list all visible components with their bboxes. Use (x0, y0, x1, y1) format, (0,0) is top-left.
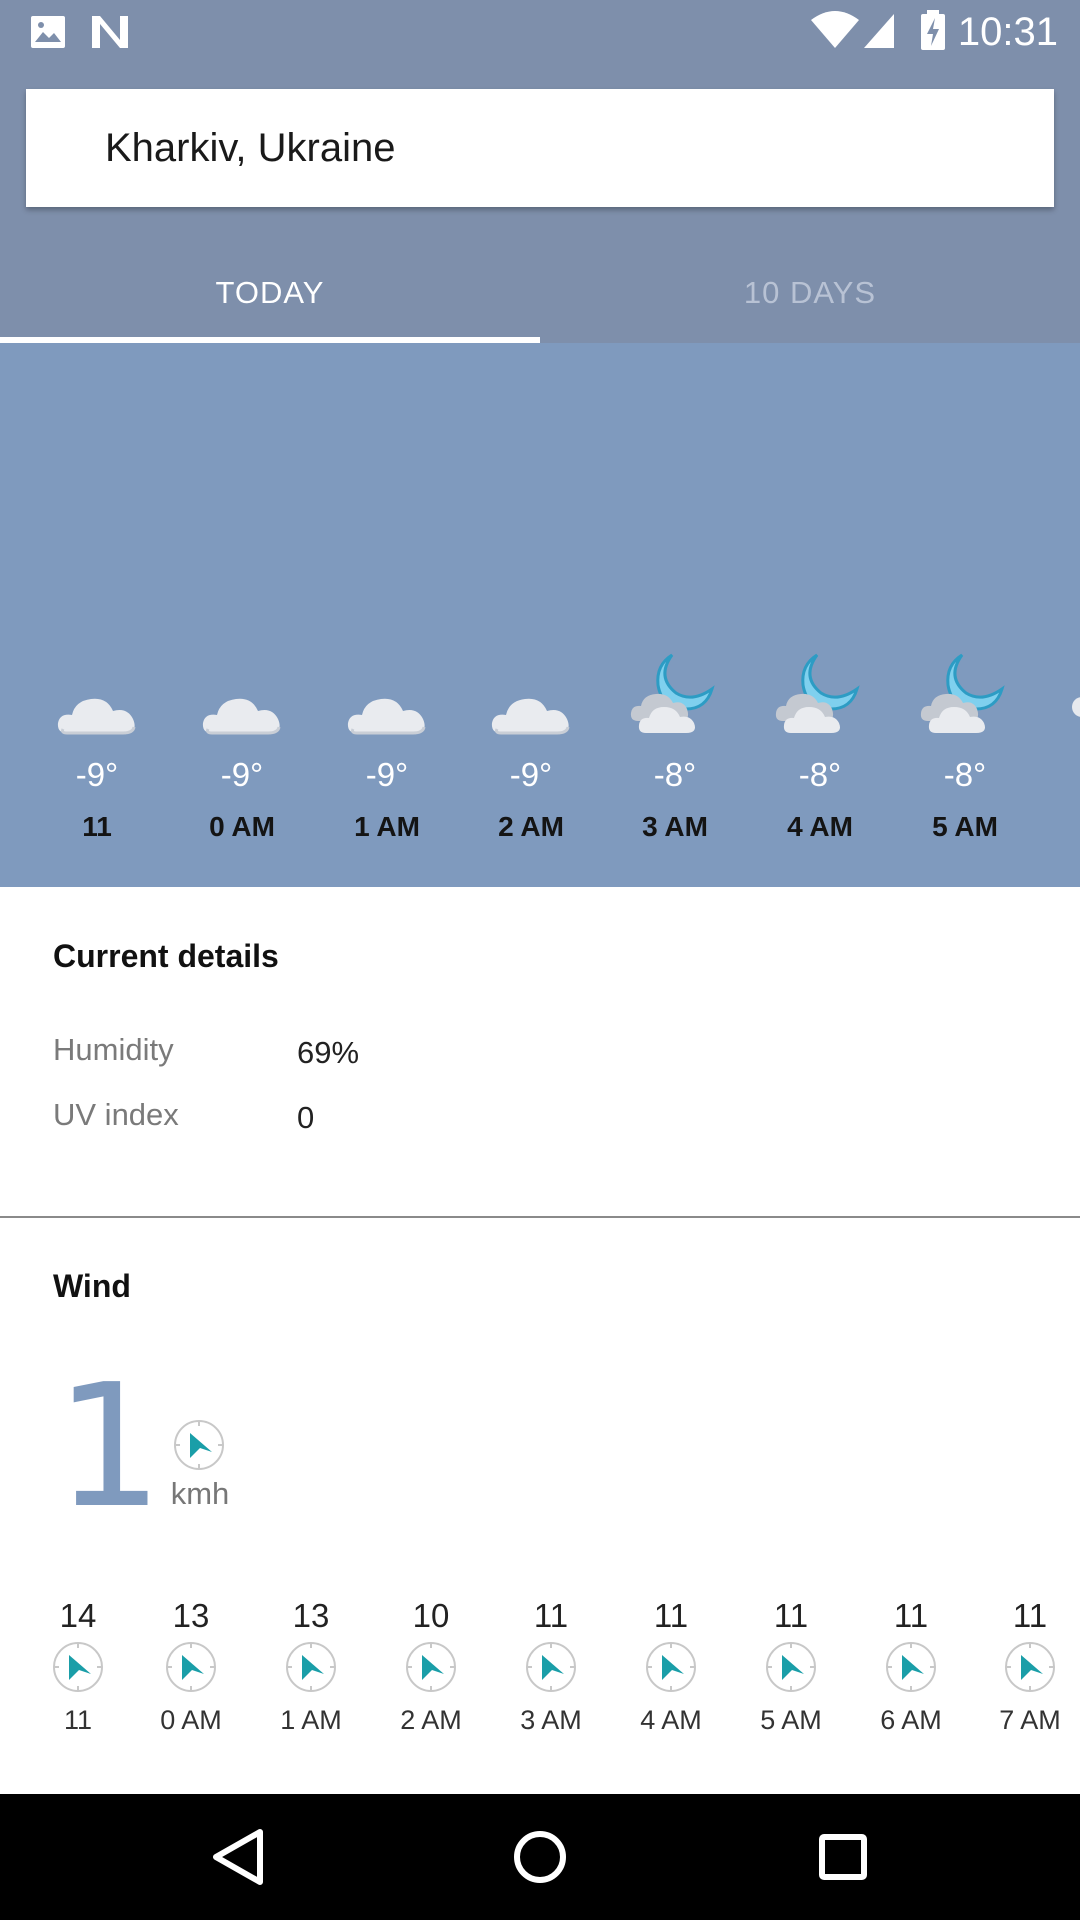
recents-icon (819, 1834, 867, 1880)
hourly-item: -9° 2 AM (466, 643, 596, 847)
wind-speed-current: 1 (55, 1348, 164, 1546)
wind-hourly-item: 14 11 (18, 1596, 138, 1738)
uv-index-value: 0 (297, 1100, 315, 1135)
weather-app: 10:31 Kharkiv, Ukraine TODAY 10 DAYS -9°… (0, 0, 1080, 1920)
moon-cloud-icon (755, 643, 885, 753)
wind-hourly-item: 11 6 AM (851, 1596, 971, 1738)
status-bar: 10:31 (0, 0, 1080, 63)
hourly-time: 4 AM (787, 811, 853, 842)
compass-icon (18, 1640, 138, 1698)
wind-hourly-speed: 11 (1012, 1597, 1048, 1634)
hourly-time: 5 AM (932, 811, 998, 842)
hourly-time: 11 (82, 811, 112, 842)
tab-10-days[interactable]: 10 DAYS (540, 243, 1080, 343)
battery-charging-icon (920, 10, 946, 55)
wind-hourly-time: 6 AM (880, 1705, 942, 1735)
navigation-bar (0, 1794, 1080, 1920)
location-search-box[interactable]: Kharkiv, Ukraine (26, 89, 1054, 207)
wifi-icon (810, 10, 860, 55)
wind-hourly-time: 0 AM (160, 1705, 222, 1735)
wind-hourly-item: 11 5 AM (731, 1596, 851, 1738)
wind-hourly-speed: 11 (773, 1597, 809, 1634)
wind-hourly-item: 11 4 AM (611, 1596, 731, 1738)
hourly-item: -9° 11 (32, 643, 162, 847)
wind-hourly-speed: 13 (292, 1597, 330, 1634)
wind-hourly-item: 11 3 AM (491, 1596, 611, 1738)
hourly-temp: -8° (653, 756, 697, 793)
hourly-temp: -8° (798, 756, 842, 793)
wind-hourly-speed: 11 (653, 1597, 689, 1634)
wind-title: Wind (53, 1268, 131, 1304)
compass-icon (731, 1640, 851, 1698)
wind-hourly-speed: 11 (893, 1597, 929, 1634)
hourly-temp: -9° (509, 756, 553, 793)
hourly-item: -8° 4 AM (755, 643, 885, 847)
hourly-temp: -9° (220, 756, 264, 793)
image-icon (30, 14, 66, 55)
cloud-icon (466, 643, 596, 753)
cloud-icon (177, 643, 307, 753)
hourly-item: -8° 5 AM (900, 643, 1030, 847)
humidity-label: Humidity (53, 1032, 174, 1067)
compass-icon (131, 1640, 251, 1698)
hourly-temp: -9° (75, 756, 119, 793)
wind-hourly-time: 4 AM (640, 1705, 702, 1735)
hourly-item: -8° 3 AM (610, 643, 740, 847)
wind-unit: kmh (170, 1476, 230, 1511)
location-input[interactable]: Kharkiv, Ukraine (105, 123, 395, 173)
current-details-title: Current details (53, 938, 279, 974)
hourly-forecast[interactable]: -9° 11 -9° 0 AM -9° 1 AM -9° 2 AM -8° 3 … (0, 343, 1080, 887)
compass-icon (851, 1640, 971, 1698)
home-button[interactable] (460, 1794, 620, 1920)
hourly-item: -9° 1 AM (322, 643, 452, 847)
cloud-icon (1068, 691, 1080, 726)
hourly-temp: -8° (943, 756, 987, 793)
compass-icon (251, 1640, 371, 1698)
humidity-value: 69% (297, 1035, 360, 1070)
compass-icon (371, 1640, 491, 1698)
header: Kharkiv, Ukraine TODAY 10 DAYS (0, 63, 1080, 343)
recents-button[interactable] (763, 1794, 923, 1920)
clock: 10:31 (957, 10, 1058, 54)
wind-hourly-time: 5 AM (760, 1705, 822, 1735)
hourly-time: 0 AM (209, 811, 275, 842)
hourly-item: -9° 0 AM (177, 643, 307, 847)
wind-hourly-speed: 14 (59, 1597, 97, 1634)
compass-icon (491, 1640, 611, 1698)
compass-icon (172, 1418, 226, 1477)
wind-hourly-item: 13 0 AM (131, 1596, 251, 1738)
cloud-icon (32, 643, 162, 753)
wind-hourly-time: 1 AM (280, 1705, 342, 1735)
wind-hourly-item: 13 1 AM (251, 1596, 371, 1738)
wind-hourly-time: 3 AM (520, 1705, 582, 1735)
hourly-temp: -9° (365, 756, 409, 793)
back-button[interactable] (157, 1794, 317, 1920)
divider (0, 1216, 1080, 1218)
compass-icon (970, 1640, 1080, 1698)
signal-icon (862, 10, 896, 55)
back-icon (213, 1829, 263, 1885)
wind-hourly-time: 2 AM (400, 1705, 462, 1735)
hourly-time: 3 AM (642, 811, 708, 842)
wind-hourly-speed: 13 (172, 1597, 210, 1634)
uv-index-label: UV index (53, 1097, 179, 1132)
wind-hourly-speed: 11 (533, 1597, 569, 1634)
wind-hourly-speed: 10 (412, 1597, 450, 1634)
n-icon (90, 14, 130, 55)
hourly-time: 1 AM (354, 811, 420, 842)
wind-hourly-item: 10 2 AM (371, 1596, 491, 1738)
hourly-time: 2 AM (498, 811, 564, 842)
cloud-icon (322, 643, 452, 753)
moon-cloud-icon (610, 643, 740, 753)
tab-today[interactable]: TODAY (0, 243, 540, 343)
compass-icon (611, 1640, 731, 1698)
wind-hourly-time: 11 (63, 1705, 93, 1735)
home-icon (514, 1831, 566, 1883)
moon-cloud-icon (900, 643, 1030, 753)
wind-hourly-time: 7 AM (999, 1705, 1061, 1735)
wind-hourly-item: 11 7 AM (970, 1596, 1080, 1738)
